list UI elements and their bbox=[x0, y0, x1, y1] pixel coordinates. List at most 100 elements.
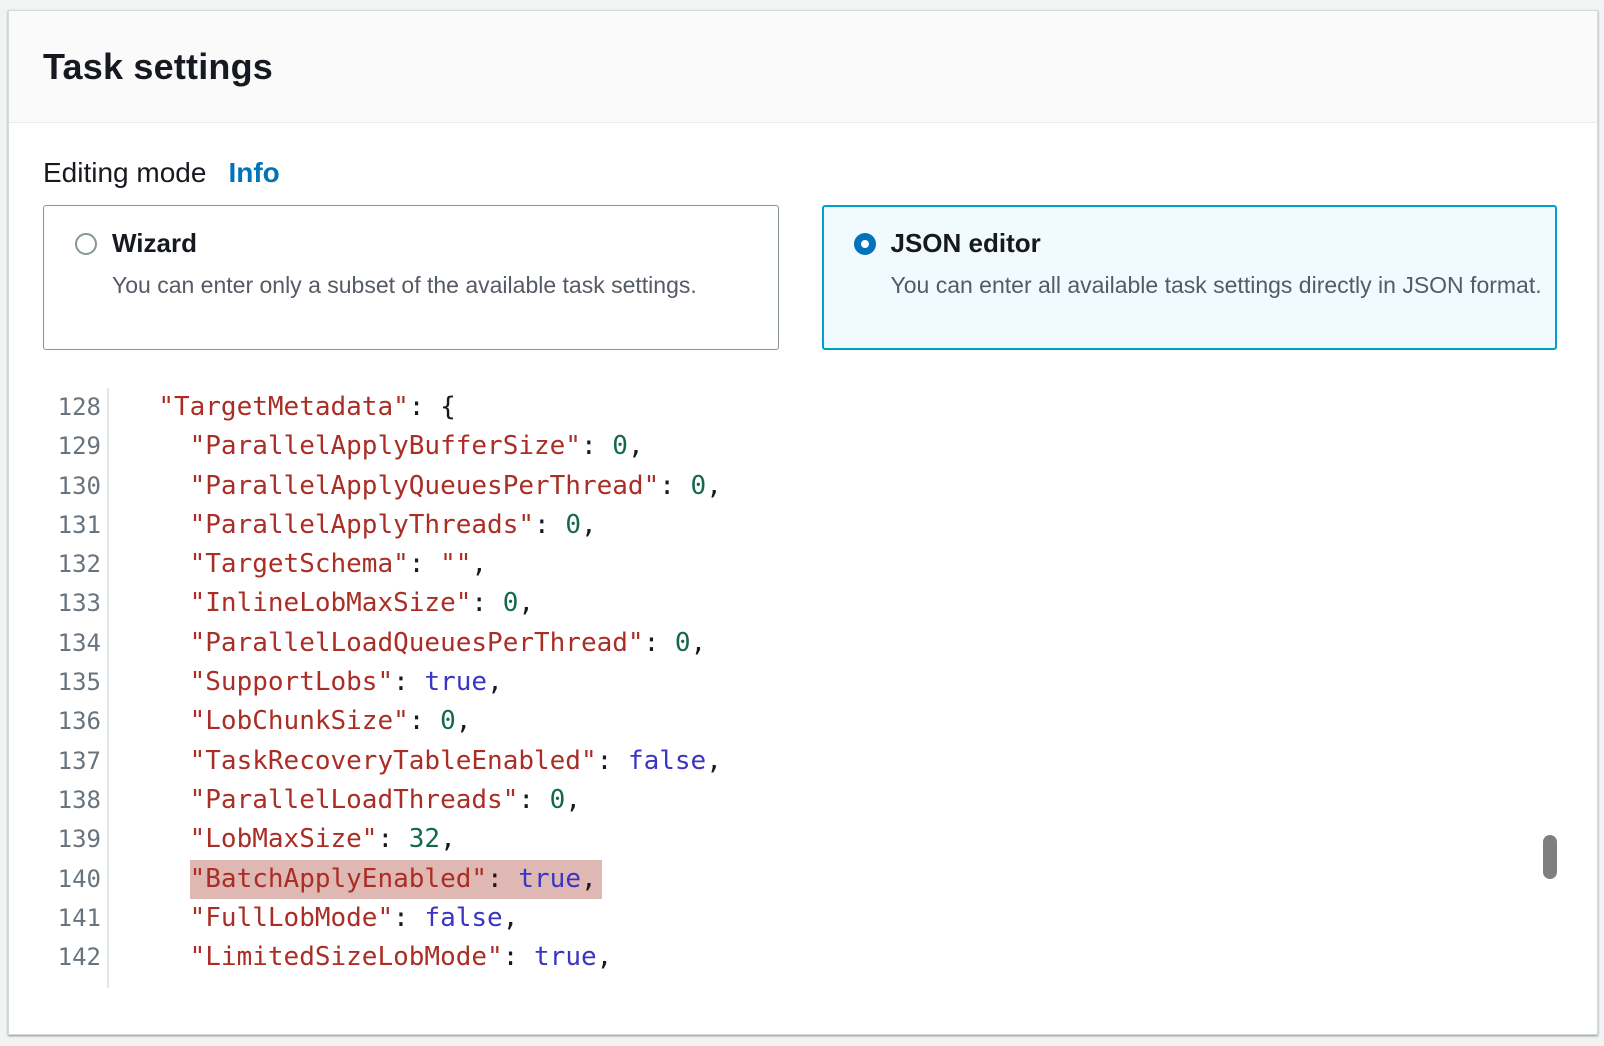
code-tokens: "TargetMetadata": { bbox=[158, 388, 455, 427]
panel-body: Editing mode Info Wizard You can enter o… bbox=[9, 123, 1597, 1034]
code-tokens: "ParallelApplyQueuesPerThread": 0, bbox=[190, 467, 722, 506]
code-line[interactable]: 130 "ParallelApplyQueuesPerThread": 0, bbox=[9, 467, 1597, 506]
code-text: "LimitedSizeLobMode": true, bbox=[101, 938, 612, 977]
tile-json-editor[interactable]: JSON editor You can enter all available … bbox=[822, 205, 1558, 350]
code-tokens: "TargetSchema": "", bbox=[190, 545, 487, 584]
code-line[interactable]: 135 "SupportLobs": true, bbox=[9, 663, 1597, 702]
code-text: "InlineLobMaxSize": 0, bbox=[101, 584, 534, 623]
radio-unselected-icon[interactable] bbox=[75, 233, 97, 255]
code-indent bbox=[127, 628, 190, 658]
json-key: "ParallelApplyThreads" bbox=[190, 510, 534, 540]
json-value: 32 bbox=[409, 824, 440, 854]
json-colon: : bbox=[393, 667, 424, 697]
code-line[interactable]: 140 "BatchApplyEnabled": true, bbox=[9, 860, 1597, 899]
code-text: "ParallelApplyThreads": 0, bbox=[101, 506, 597, 545]
code-lines: 128 "TargetMetadata": { 129 "ParallelApp… bbox=[9, 388, 1597, 977]
code-line[interactable]: 129 "ParallelApplyBufferSize": 0, bbox=[9, 427, 1597, 466]
code-tokens: "SupportLobs": true, bbox=[190, 663, 503, 702]
json-key: "ParallelApplyQueuesPerThread" bbox=[190, 471, 660, 501]
json-value: false bbox=[628, 746, 706, 776]
tile-wizard-title: Wizard bbox=[112, 228, 197, 259]
code-indent bbox=[127, 392, 158, 422]
code-line[interactable]: 136 "LobChunkSize": 0, bbox=[9, 702, 1597, 741]
json-comma: , bbox=[503, 903, 519, 933]
json-key: "TargetSchema" bbox=[190, 549, 409, 579]
json-comma: , bbox=[487, 667, 503, 697]
json-colon: : bbox=[581, 431, 612, 461]
line-number: 140 bbox=[9, 860, 101, 899]
json-colon: : bbox=[377, 824, 408, 854]
editing-mode-label: Editing mode bbox=[43, 157, 206, 189]
code-line[interactable]: 131 "ParallelApplyThreads": 0, bbox=[9, 506, 1597, 545]
json-colon: : bbox=[487, 864, 518, 894]
line-number: 129 bbox=[9, 427, 101, 466]
json-key: "LimitedSizeLobMode" bbox=[190, 942, 503, 972]
code-text: "FullLobMode": false, bbox=[101, 899, 518, 938]
line-number: 131 bbox=[9, 506, 101, 545]
tile-json-editor-description: You can enter all available task setting… bbox=[891, 268, 1545, 302]
code-text: "SupportLobs": true, bbox=[101, 663, 503, 702]
json-value: false bbox=[424, 903, 502, 933]
code-line[interactable]: 141 "FullLobMode": false, bbox=[9, 899, 1597, 938]
info-link[interactable]: Info bbox=[228, 157, 279, 189]
code-line[interactable]: 134 "ParallelLoadQueuesPerThread": 0, bbox=[9, 624, 1597, 663]
json-comma: , bbox=[628, 431, 644, 461]
tile-wizard-description: You can enter only a subset of the avail… bbox=[112, 268, 766, 302]
json-comma: , bbox=[471, 549, 487, 579]
code-indent bbox=[127, 706, 190, 736]
code-text: "ParallelLoadQueuesPerThread": 0, bbox=[101, 624, 706, 663]
scrollbar-thumb[interactable] bbox=[1543, 835, 1557, 879]
code-tokens: "ParallelApplyThreads": 0, bbox=[190, 506, 597, 545]
line-number: 134 bbox=[9, 624, 101, 663]
json-colon: : bbox=[597, 746, 628, 776]
editing-mode-section: Editing mode Info Wizard You can enter o… bbox=[9, 123, 1597, 350]
code-text: "ParallelLoadThreads": 0, bbox=[101, 781, 581, 820]
code-line[interactable]: 137 "TaskRecoveryTableEnabled": false, bbox=[9, 742, 1597, 781]
code-line[interactable]: 139 "LobMaxSize": 32, bbox=[9, 820, 1597, 859]
task-settings-panel: Task settings Editing mode Info Wizard Y… bbox=[8, 10, 1598, 1035]
json-value: 0 bbox=[565, 510, 581, 540]
code-text: "ParallelApplyBufferSize": 0, bbox=[101, 427, 644, 466]
code-line[interactable]: 133 "InlineLobMaxSize": 0, bbox=[9, 584, 1597, 623]
code-tokens: "ParallelLoadQueuesPerThread": 0, bbox=[190, 624, 707, 663]
json-colon: : bbox=[471, 588, 502, 618]
code-indent bbox=[127, 471, 190, 501]
line-number: 139 bbox=[9, 820, 101, 859]
json-code-editor[interactable]: 128 "TargetMetadata": { 129 "ParallelApp… bbox=[9, 388, 1597, 1034]
json-value: true bbox=[424, 667, 487, 697]
tile-wizard-head: Wizard bbox=[75, 228, 766, 259]
json-comma: , bbox=[456, 706, 472, 736]
json-value: "" bbox=[440, 549, 471, 579]
json-value: 0 bbox=[675, 628, 691, 658]
json-key: "TargetMetadata" bbox=[158, 392, 408, 422]
code-tokens: "ParallelApplyBufferSize": 0, bbox=[190, 427, 644, 466]
code-line[interactable]: 132 "TargetSchema": "", bbox=[9, 545, 1597, 584]
json-key: "FullLobMode" bbox=[190, 903, 394, 933]
json-key: "LobChunkSize" bbox=[190, 706, 409, 736]
json-key: "ParallelLoadThreads" bbox=[190, 785, 519, 815]
code-line[interactable]: 142 "LimitedSizeLobMode": true, bbox=[9, 938, 1597, 977]
json-value: 0 bbox=[503, 588, 519, 618]
code-tokens: "LobMaxSize": 32, bbox=[190, 820, 456, 859]
json-key: "BatchApplyEnabled" bbox=[190, 864, 487, 894]
code-indent bbox=[127, 510, 190, 540]
code-line[interactable]: 128 "TargetMetadata": { bbox=[9, 388, 1597, 427]
tile-wizard[interactable]: Wizard You can enter only a subset of th… bbox=[43, 205, 779, 350]
json-colon: : bbox=[534, 510, 565, 540]
page-title: Task settings bbox=[43, 46, 273, 88]
json-colon: : bbox=[409, 549, 440, 579]
json-comma: , bbox=[706, 746, 722, 776]
json-comma: , bbox=[691, 628, 707, 658]
code-indent bbox=[127, 549, 190, 579]
radio-selected-icon[interactable] bbox=[854, 233, 876, 255]
json-key: "TaskRecoveryTableEnabled" bbox=[190, 746, 597, 776]
code-text: "BatchApplyEnabled": true, bbox=[101, 860, 602, 899]
code-tokens: "LobChunkSize": 0, bbox=[190, 702, 472, 741]
json-comma: , bbox=[581, 864, 597, 894]
code-text: "ParallelApplyQueuesPerThread": 0, bbox=[101, 467, 722, 506]
code-text: "TargetSchema": "", bbox=[101, 545, 487, 584]
json-colon: : bbox=[503, 942, 534, 972]
code-line[interactable]: 138 "ParallelLoadThreads": 0, bbox=[9, 781, 1597, 820]
code-indent bbox=[127, 588, 190, 618]
line-number: 132 bbox=[9, 545, 101, 584]
